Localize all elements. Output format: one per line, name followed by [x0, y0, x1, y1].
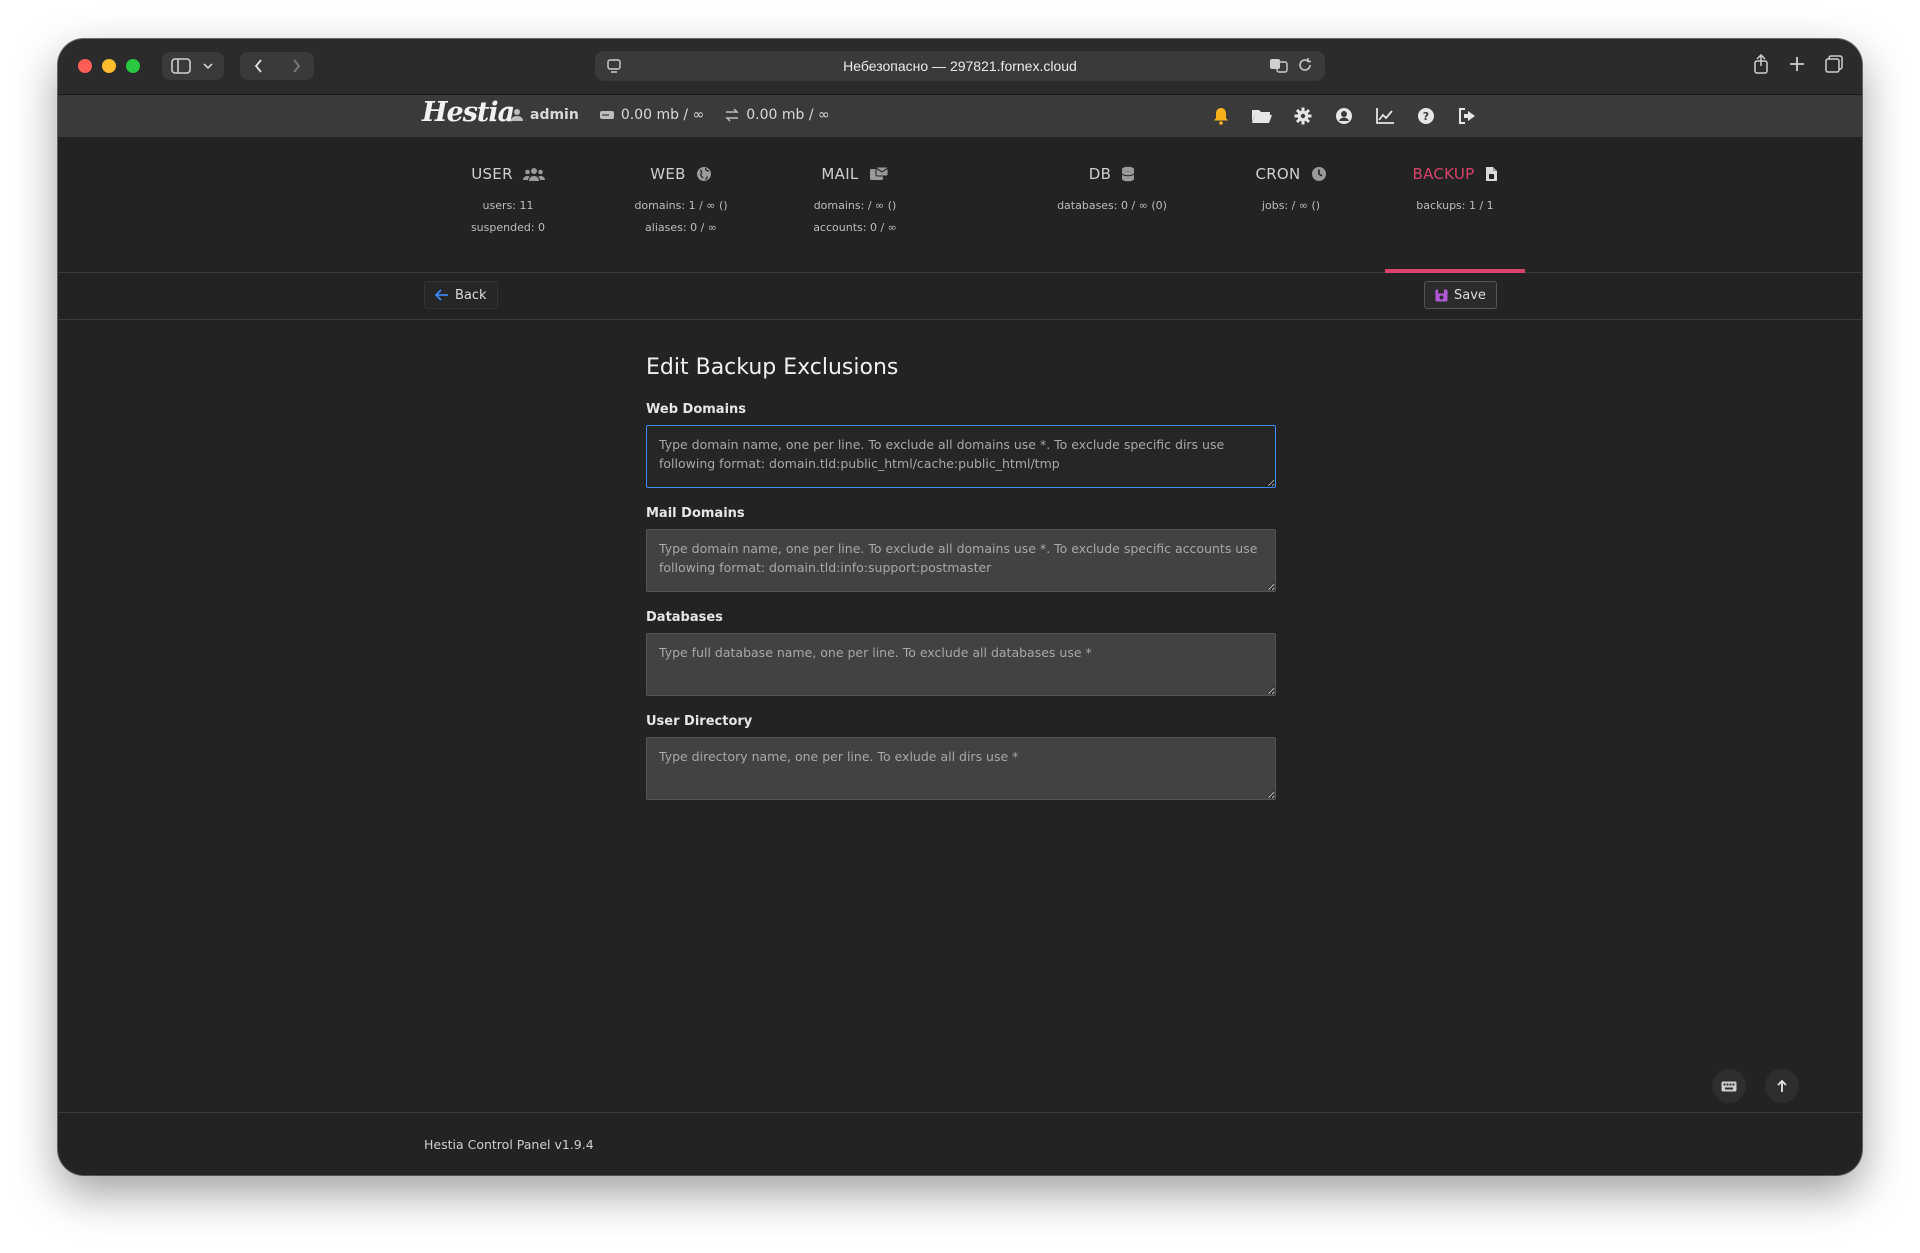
tab-mail-label: MAIL	[821, 165, 859, 183]
user-icon	[511, 109, 523, 121]
databases-field[interactable]	[646, 633, 1276, 696]
bandwidth-usage: 0.00 mb / ∞	[746, 107, 830, 123]
chevron-right-icon	[292, 59, 300, 73]
hestia-logo[interactable]: Hestia	[422, 97, 515, 128]
tab-cron-label: CRON	[1255, 165, 1301, 183]
tab-user-label: USER	[471, 165, 513, 183]
user-directory-field[interactable]	[646, 737, 1276, 800]
browser-toolbar: Небезопасно — 297821.fornex.cloud	[58, 39, 1862, 95]
database-icon	[1121, 166, 1135, 182]
fullscreen-window-button[interactable]	[126, 59, 140, 73]
address-bar[interactable]: Небезопасно — 297821.fornex.cloud	[595, 51, 1325, 81]
user-summary: admin 0.00 mb / ∞ 0.00 mb / ∞	[510, 107, 830, 123]
tab-mail[interactable]: MAIL domains: / ∞ () accounts: 0 / ∞	[785, 137, 925, 272]
hard-drive-icon	[599, 111, 614, 119]
gear-icon[interactable]	[1292, 105, 1314, 127]
tab-backup[interactable]: BACKUP backups: 1 / 1	[1385, 137, 1525, 273]
web-domains-label: Web Domains	[646, 402, 747, 417]
chart-icon[interactable]	[1374, 105, 1396, 127]
back-button-label: Back	[455, 287, 487, 303]
svg-text:?: ?	[1423, 110, 1429, 123]
reload-icon[interactable]	[1297, 57, 1313, 73]
file-icon	[1485, 167, 1497, 181]
tab-backup-label: BACKUP	[1412, 165, 1475, 183]
tab-cron[interactable]: CRON jobs: / ∞ ()	[1221, 137, 1361, 272]
panel-topbar: Hestia admin 0.00 mb / ∞ 0.00 mb / ∞ ?	[58, 95, 1862, 137]
mail-domains-label: Mail Domains	[646, 506, 745, 521]
user-circle-icon[interactable]	[1333, 105, 1355, 127]
save-button[interactable]: Save	[1424, 281, 1497, 309]
chevron-left-icon	[254, 59, 262, 73]
arrow-left-icon	[435, 289, 448, 301]
user-directory-label: User Directory	[646, 714, 753, 729]
tab-mail-stat-domains: domains: / ∞ ()	[813, 199, 897, 212]
tab-db-stat-databases: databases: 0 / ∞ (0)	[1057, 199, 1167, 212]
backup-exclusions-form: Edit Backup Exclusions Web Domains Mail …	[646, 355, 1276, 818]
users-icon	[522, 168, 545, 181]
transfer-icon	[725, 108, 740, 122]
logout-icon[interactable]	[1456, 105, 1478, 127]
page-footer: Hestia Control Panel v1.9.4	[58, 1112, 1862, 1175]
globe-icon	[696, 167, 711, 181]
translate-icon[interactable]	[1269, 57, 1289, 73]
arrow-up-icon	[1777, 1079, 1787, 1092]
web-domains-field[interactable]	[646, 425, 1276, 488]
new-tab-icon[interactable]	[1788, 54, 1806, 74]
logo-text: Hestia	[422, 97, 515, 128]
folder-icon[interactable]	[1251, 105, 1273, 127]
tab-backup-stat-backups: backups: 1 / 1	[1416, 199, 1494, 212]
page-menu-icon[interactable]	[607, 58, 621, 77]
help-icon[interactable]: ?	[1415, 105, 1437, 127]
clock-icon	[1311, 167, 1326, 181]
scroll-to-top-button[interactable]	[1765, 1069, 1799, 1103]
forward-nav-button[interactable]	[277, 58, 314, 74]
floppy-disk-icon	[1435, 289, 1448, 301]
tab-user-stat-suspended: suspended: 0	[470, 221, 546, 234]
mail-icon	[869, 166, 889, 180]
history-nav	[240, 52, 314, 80]
bell-icon[interactable]	[1210, 105, 1232, 127]
save-button-label: Save	[1454, 287, 1486, 303]
tab-user[interactable]: USER users: 11 suspended: 0	[438, 137, 578, 272]
panel-tabs: USER users: 11 suspended: 0 WEB domains: …	[58, 137, 1862, 273]
databases-label: Databases	[646, 610, 723, 625]
sidebar-icon	[171, 58, 191, 74]
mail-domains-field[interactable]	[646, 529, 1276, 592]
tab-cron-stat-jobs: jobs: / ∞ ()	[1261, 199, 1321, 212]
topbar-actions: ?	[1210, 105, 1478, 127]
address-text: Небезопасно — 297821.fornex.cloud	[843, 58, 1077, 74]
close-window-button[interactable]	[78, 59, 92, 73]
page-title: Edit Backup Exclusions	[646, 355, 899, 380]
chevron-down-icon	[203, 63, 213, 70]
tab-user-stat-users: users: 11	[482, 199, 534, 212]
back-button[interactable]: Back	[424, 281, 498, 309]
tab-overview-icon[interactable]	[1824, 54, 1844, 74]
tab-db-label: DB	[1088, 165, 1112, 183]
tab-web-stat-domains: domains: 1 / ∞ ()	[634, 199, 728, 212]
share-icon[interactable]	[1752, 54, 1770, 74]
keyboard-shortcuts-button[interactable]	[1712, 1069, 1746, 1103]
tab-web-label: WEB	[650, 165, 686, 183]
back-nav-button[interactable]	[240, 58, 277, 74]
username[interactable]: admin	[530, 107, 579, 123]
tab-mail-stat-accounts: accounts: 0 / ∞	[813, 221, 897, 234]
page-toolbar: Back Save	[58, 273, 1862, 320]
keyboard-icon	[1721, 1081, 1737, 1091]
minimize-window-button[interactable]	[102, 59, 116, 73]
footer-version: Hestia Control Panel v1.9.4	[424, 1137, 594, 1152]
tab-db[interactable]: DB databases: 0 / ∞ (0)	[1042, 137, 1182, 272]
sidebar-toggle-button[interactable]	[162, 52, 224, 80]
disk-usage: 0.00 mb / ∞	[620, 107, 705, 123]
tab-web-stat-aliases: aliases: 0 / ∞	[645, 221, 717, 234]
browser-window: Небезопасно — 297821.fornex.cloud Hestia…	[58, 39, 1862, 1175]
tab-web[interactable]: WEB domains: 1 / ∞ () aliases: 0 / ∞	[611, 137, 751, 272]
